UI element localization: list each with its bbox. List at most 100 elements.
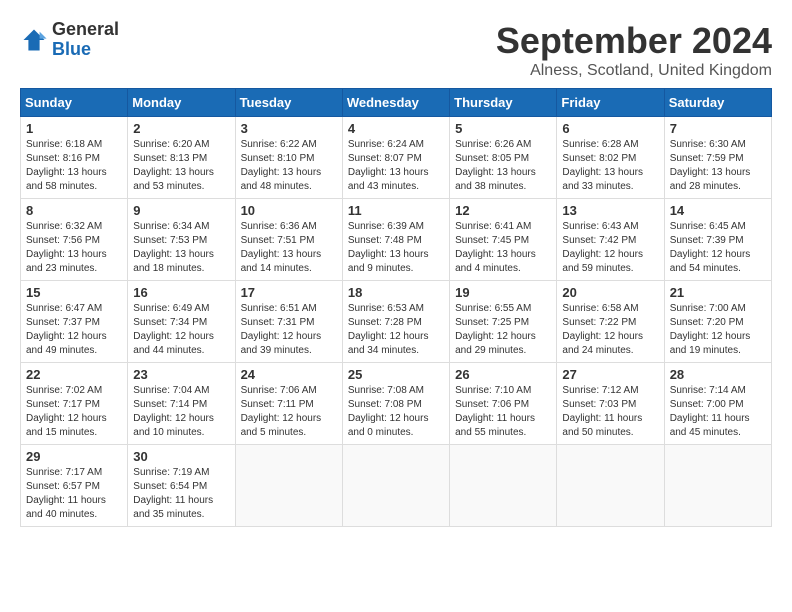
day-number: 1 [26,121,122,136]
day-number: 28 [670,367,766,382]
calendar-week-1: 1 Sunrise: 6:18 AM Sunset: 8:16 PM Daylig… [21,117,772,199]
day-info: Sunrise: 7:14 AM Sunset: 7:00 PM Dayligh… [670,384,766,440]
logo-icon [20,26,48,54]
calendar-week-4: 22 Sunrise: 7:02 AM Sunset: 7:17 PM Dayli… [21,363,772,445]
day-number: 20 [562,285,658,300]
day-number: 27 [562,367,658,382]
table-row: 17 Sunrise: 6:51 AM Sunset: 7:31 PM Dayli… [235,281,342,363]
table-row: 6Sunrise: 6:28 AM Sunset: 8:02 PM Daylig… [557,117,664,199]
col-monday: Monday [128,89,235,117]
table-row: 19Sunrise: 6:55 AM Sunset: 7:25 PM Dayli… [450,281,557,363]
col-tuesday: Tuesday [235,89,342,117]
day-info: Sunrise: 6:49 AM Sunset: 7:34 PM Dayligh… [133,302,229,358]
table-row [450,445,557,527]
calendar-week-5: 29Sunrise: 7:17 AM Sunset: 6:57 PM Dayli… [21,445,772,527]
day-info: Sunrise: 7:19 AM Sunset: 6:54 PM Dayligh… [133,466,229,522]
table-row: 30 Sunrise: 7:19 AM Sunset: 6:54 PM Dayli… [128,445,235,527]
day-number: 2 [133,121,229,136]
logo-blue-text: Blue [52,39,91,59]
table-row [235,445,342,527]
day-info: Sunrise: 6:58 AM Sunset: 7:22 PM Dayligh… [562,302,658,358]
month-title: September 2024 [496,20,772,62]
table-row: 4 Sunrise: 6:24 AM Sunset: 8:07 PM Daylig… [342,117,449,199]
day-number: 18 [348,285,444,300]
day-number: 22 [26,367,122,382]
day-number: 25 [348,367,444,382]
day-number: 15 [26,285,122,300]
day-info: Sunrise: 6:47 AM Sunset: 7:37 PM Dayligh… [26,302,122,358]
day-number: 11 [348,203,444,218]
day-number: 4 [348,121,444,136]
day-info: Sunrise: 6:24 AM Sunset: 8:07 PM Dayligh… [348,138,444,194]
day-info: Sunrise: 6:32 AM Sunset: 7:56 PM Dayligh… [26,220,122,276]
col-thursday: Thursday [450,89,557,117]
title-block: September 2024 Alness, Scotland, United … [496,20,772,80]
table-row: 15 Sunrise: 6:47 AM Sunset: 7:37 PM Dayli… [21,281,128,363]
table-row: 3 Sunrise: 6:22 AM Sunset: 8:10 PM Daylig… [235,117,342,199]
calendar-table: Sunday Monday Tuesday Wednesday Thursday… [20,88,772,527]
day-info: Sunrise: 7:08 AM Sunset: 7:08 PM Dayligh… [348,384,444,440]
logo-general-text: General [52,19,119,39]
table-row: 7 Sunrise: 6:30 AM Sunset: 7:59 PM Daylig… [664,117,771,199]
col-friday: Friday [557,89,664,117]
day-info: Sunrise: 6:43 AM Sunset: 7:42 PM Dayligh… [562,220,658,276]
table-row: 28 Sunrise: 7:14 AM Sunset: 7:00 PM Dayli… [664,363,771,445]
table-row: 12 Sunrise: 6:41 AM Sunset: 7:45 PM Dayli… [450,199,557,281]
col-sunday: Sunday [21,89,128,117]
day-number: 26 [455,367,551,382]
day-info: Sunrise: 7:10 AM Sunset: 7:06 PM Dayligh… [455,384,551,440]
table-row: 8 Sunrise: 6:32 AM Sunset: 7:56 PM Daylig… [21,199,128,281]
day-info: Sunrise: 6:20 AM Sunset: 8:13 PM Dayligh… [133,138,229,194]
day-info: Sunrise: 6:51 AM Sunset: 7:31 PM Dayligh… [241,302,337,358]
table-row: 26 Sunrise: 7:10 AM Sunset: 7:06 PM Dayli… [450,363,557,445]
table-row: 5 Sunrise: 6:26 AM Sunset: 8:05 PM Daylig… [450,117,557,199]
day-number: 19 [455,285,551,300]
location: Alness, Scotland, United Kingdom [496,62,772,80]
day-info: Sunrise: 7:06 AM Sunset: 7:11 PM Dayligh… [241,384,337,440]
day-number: 7 [670,121,766,136]
table-row: 20 Sunrise: 6:58 AM Sunset: 7:22 PM Dayli… [557,281,664,363]
day-info: Sunrise: 7:17 AM Sunset: 6:57 PM Dayligh… [26,466,122,522]
table-row: 29Sunrise: 7:17 AM Sunset: 6:57 PM Dayli… [21,445,128,527]
day-info: Sunrise: 7:12 AM Sunset: 7:03 PM Dayligh… [562,384,658,440]
day-info: Sunrise: 6:30 AM Sunset: 7:59 PM Dayligh… [670,138,766,194]
table-row [557,445,664,527]
day-number: 3 [241,121,337,136]
table-row: 1 Sunrise: 6:18 AM Sunset: 8:16 PM Daylig… [21,117,128,199]
table-row: 2 Sunrise: 6:20 AM Sunset: 8:13 PM Daylig… [128,117,235,199]
day-number: 30 [133,449,229,464]
day-number: 12 [455,203,551,218]
table-row: 11Sunrise: 6:39 AM Sunset: 7:48 PM Dayli… [342,199,449,281]
day-info: Sunrise: 7:04 AM Sunset: 7:14 PM Dayligh… [133,384,229,440]
day-number: 10 [241,203,337,218]
page-header: General Blue September 2024 Alness, Scot… [20,20,772,80]
table-row: 10 Sunrise: 6:36 AM Sunset: 7:51 PM Dayli… [235,199,342,281]
day-number: 24 [241,367,337,382]
table-row: 27 Sunrise: 7:12 AM Sunset: 7:03 PM Dayli… [557,363,664,445]
table-row: 22 Sunrise: 7:02 AM Sunset: 7:17 PM Dayli… [21,363,128,445]
table-row [342,445,449,527]
day-info: Sunrise: 6:36 AM Sunset: 7:51 PM Dayligh… [241,220,337,276]
calendar-header-row: Sunday Monday Tuesday Wednesday Thursday… [21,89,772,117]
day-number: 9 [133,203,229,218]
day-info: Sunrise: 6:41 AM Sunset: 7:45 PM Dayligh… [455,220,551,276]
table-row: 25 Sunrise: 7:08 AM Sunset: 7:08 PM Dayli… [342,363,449,445]
day-info: Sunrise: 6:53 AM Sunset: 7:28 PM Dayligh… [348,302,444,358]
table-row: 18 Sunrise: 6:53 AM Sunset: 7:28 PM Dayli… [342,281,449,363]
logo: General Blue [20,20,119,60]
day-info: Sunrise: 6:28 AM Sunset: 8:02 PM Dayligh… [562,138,658,194]
day-info: Sunrise: 7:02 AM Sunset: 7:17 PM Dayligh… [26,384,122,440]
day-info: Sunrise: 6:45 AM Sunset: 7:39 PM Dayligh… [670,220,766,276]
calendar-week-3: 15 Sunrise: 6:47 AM Sunset: 7:37 PM Dayli… [21,281,772,363]
day-info: Sunrise: 7:00 AM Sunset: 7:20 PM Dayligh… [670,302,766,358]
day-number: 5 [455,121,551,136]
table-row: 14Sunrise: 6:45 AM Sunset: 7:39 PM Dayli… [664,199,771,281]
day-number: 8 [26,203,122,218]
day-info: Sunrise: 6:22 AM Sunset: 8:10 PM Dayligh… [241,138,337,194]
col-saturday: Saturday [664,89,771,117]
table-row: 24 Sunrise: 7:06 AM Sunset: 7:11 PM Dayli… [235,363,342,445]
day-info: Sunrise: 6:26 AM Sunset: 8:05 PM Dayligh… [455,138,551,194]
day-number: 17 [241,285,337,300]
table-row: 23Sunrise: 7:04 AM Sunset: 7:14 PM Dayli… [128,363,235,445]
day-info: Sunrise: 6:18 AM Sunset: 8:16 PM Dayligh… [26,138,122,194]
